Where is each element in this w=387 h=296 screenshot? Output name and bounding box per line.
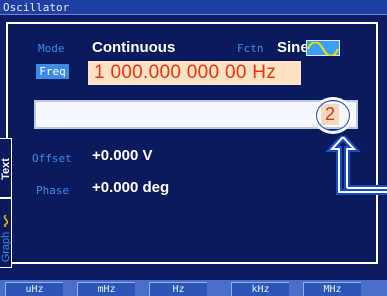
tab-graph-label: Graph <box>0 231 12 263</box>
offset-label: Offset <box>32 152 72 165</box>
sine-wave-icon[interactable] <box>306 40 340 57</box>
softkey-mhz-milli[interactable]: mHz <box>77 282 135 296</box>
softkey-mhz-mega[interactable]: MHz <box>303 282 361 296</box>
softkey-hz[interactable]: Hz <box>149 282 207 296</box>
softkey-uhz[interactable]: uHz <box>5 282 63 296</box>
numeric-input-field[interactable]: 2 <box>34 100 358 129</box>
mode-value[interactable]: Continuous <box>92 39 175 56</box>
frequency-label[interactable]: Freq <box>36 64 69 79</box>
phase-label: Phase <box>36 184 70 197</box>
highlight-circle <box>313 97 353 134</box>
function-value[interactable]: Sine <box>277 39 309 56</box>
title-bar: Oscillator <box>0 0 387 15</box>
mode-label: Mode <box>38 42 65 55</box>
oscillator-screen: Oscillator Text Graph Mode Continuous Fc… <box>0 0 387 296</box>
window-title: Oscillator <box>3 1 70 14</box>
function-label: Fctn <box>237 42 264 55</box>
softkey-bar: uHz mHz Hz kHz MHz <box>0 280 387 296</box>
softkey-khz[interactable]: kHz <box>231 282 289 296</box>
sine-wave-icon <box>3 215 9 227</box>
callout-arrow <box>325 134 387 195</box>
tab-graph[interactable]: Graph <box>0 198 12 268</box>
offset-value[interactable]: +0.000 V <box>92 147 152 164</box>
frequency-value[interactable]: 1 000.000 000 00 Hz <box>88 61 301 85</box>
phase-value[interactable]: +0.000 deg <box>92 179 169 196</box>
view-tabs: Text Graph <box>0 138 12 268</box>
tab-text[interactable]: Text <box>0 138 12 198</box>
tab-text-label: Text <box>0 158 12 180</box>
